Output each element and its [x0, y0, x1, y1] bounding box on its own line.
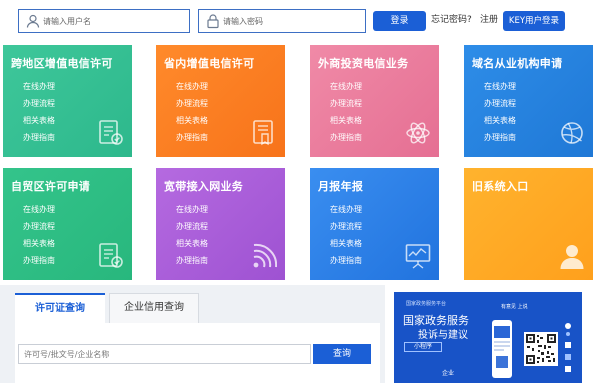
tile-link-online[interactable]: 在线办理: [484, 78, 516, 95]
tile-link-forms[interactable]: 相关表格: [484, 112, 516, 129]
tile-broadband-access[interactable]: 宽带接入网业务 在线办理 办理流程 相关表格 办理指南: [156, 168, 285, 280]
phone-illustration: [492, 320, 512, 378]
tile-link-guide[interactable]: 办理指南: [176, 129, 208, 146]
query-panel: 许可证查询 企业信用查询 查询: [0, 285, 385, 383]
tile-link-process[interactable]: 办理流程: [23, 95, 55, 112]
promo-banner[interactable]: 国家政务服务平台 国家政务服务 投诉与建议 小程序 有意见 上说 企业: [394, 292, 582, 383]
user-icon: [560, 245, 584, 269]
tile-links: 在线办理 办理流程 相关表格 办理指南: [23, 201, 55, 269]
tile-monthly-annual-report[interactable]: 月报年报 在线办理 办理流程 相关表格 办理指南: [310, 168, 439, 280]
tile-link-process[interactable]: 办理流程: [484, 95, 516, 112]
tile-free-trade-zone[interactable]: 自贸区许可申请 在线办理 办理流程 相关表格 办理指南: [3, 168, 132, 280]
tile-link-forms[interactable]: 相关表格: [23, 112, 55, 129]
login-button[interactable]: 登录: [373, 11, 426, 31]
tile-title: 月报年报: [318, 180, 364, 193]
username-field[interactable]: [18, 9, 190, 33]
tile-links: 在线办理 办理流程 相关表格 办理指南: [484, 78, 516, 146]
tile-links: 在线办理 办理流程 相关表格 办理指南: [330, 201, 362, 269]
tile-link-online[interactable]: 在线办理: [23, 201, 55, 218]
register-link[interactable]: 注册: [480, 13, 498, 27]
tile-link-forms[interactable]: 相关表格: [330, 112, 362, 129]
tile-links: 在线办理 办理流程 相关表格 办理指南: [330, 78, 362, 146]
tile-title: 旧系统入口: [472, 180, 529, 193]
tile-legacy-system[interactable]: 旧系统入口: [464, 168, 593, 280]
key-login-button[interactable]: KEY用户登录: [503, 11, 565, 31]
tile-link-online[interactable]: 在线办理: [23, 78, 55, 95]
side-decoration-icon: [565, 323, 571, 372]
tile-link-forms[interactable]: 相关表格: [176, 112, 208, 129]
globe-icon: [561, 122, 583, 144]
tile-domain-agency[interactable]: 域名从业机构申请 在线办理 办理流程 相关表格 办理指南: [464, 45, 593, 157]
promo-platform-label: 国家政务服务平台: [406, 301, 447, 307]
promo-mini-program-tag: 小程序: [404, 342, 442, 352]
lock-icon: [207, 14, 219, 29]
atom-icon: [406, 122, 430, 144]
tile-link-guide[interactable]: 办理指南: [484, 129, 516, 146]
tab-license-query[interactable]: 许可证查询: [15, 293, 105, 323]
tile-links: 在线办理 办理流程 相关表格 办理指南: [23, 78, 55, 146]
tab-credit-query[interactable]: 企业信用查询: [109, 293, 199, 323]
tile-title: 跨地区增值电信许可: [11, 57, 113, 70]
query-form: 查询: [15, 323, 380, 383]
tile-link-online[interactable]: 在线办理: [176, 78, 208, 95]
tile-title: 省内增值电信许可: [164, 57, 255, 70]
tile-link-guide[interactable]: 办理指南: [23, 252, 55, 269]
password-input[interactable]: [223, 12, 353, 30]
chart-board-icon: [405, 244, 431, 269]
tile-link-forms[interactable]: 相关表格: [176, 235, 208, 252]
tile-links: 在线办理 办理流程 相关表格 办理指南: [176, 78, 208, 146]
certificate-icon: [253, 120, 273, 146]
tile-link-guide[interactable]: 办理指南: [330, 129, 362, 146]
tile-link-online[interactable]: 在线办理: [330, 78, 362, 95]
promo-slogan: 有意见 上说: [501, 304, 528, 310]
tile-links: 在线办理 办理流程 相关表格 办理指南: [176, 201, 208, 269]
tile-link-online[interactable]: 在线办理: [330, 201, 362, 218]
promo-enterprise-label: 企业: [442, 370, 455, 377]
tile-link-process[interactable]: 办理流程: [176, 95, 208, 112]
tile-link-guide[interactable]: 办理指南: [176, 252, 208, 269]
tile-title: 宽带接入网业务: [164, 180, 244, 193]
search-button[interactable]: 查询: [313, 344, 371, 364]
tile-link-guide[interactable]: 办理指南: [330, 252, 362, 269]
tile-link-process[interactable]: 办理流程: [176, 218, 208, 235]
tile-link-forms[interactable]: 相关表格: [330, 235, 362, 252]
document-check-icon: [99, 120, 123, 145]
promo-title-line2: 投诉与建议: [418, 330, 468, 341]
license-search-input[interactable]: [18, 344, 311, 364]
tile-link-guide[interactable]: 办理指南: [23, 129, 55, 146]
tile-provincial-license[interactable]: 省内增值电信许可 在线办理 办理流程 相关表格 办理指南: [156, 45, 285, 157]
tile-link-process[interactable]: 办理流程: [330, 95, 362, 112]
tile-cross-region-license[interactable]: 跨地区增值电信许可 在线办理 办理流程 相关表格 办理指南: [3, 45, 132, 157]
user-icon: [26, 14, 40, 28]
login-bar: 登录 忘记密码? 注册 KEY用户登录: [0, 0, 600, 40]
tile-link-online[interactable]: 在线办理: [176, 201, 208, 218]
wifi-signal-icon: [253, 243, 277, 268]
tile-link-forms[interactable]: 相关表格: [23, 235, 55, 252]
tile-title: 域名从业机构申请: [472, 57, 563, 70]
qr-code-icon: [524, 332, 558, 366]
tile-link-process[interactable]: 办理流程: [23, 218, 55, 235]
document-check-icon: [99, 243, 123, 268]
password-field[interactable]: [198, 9, 366, 33]
tile-link-process[interactable]: 办理流程: [330, 218, 362, 235]
tile-title: 外商投资电信业务: [318, 57, 409, 70]
tile-foreign-investment[interactable]: 外商投资电信业务 在线办理 办理流程 相关表格 办理指南: [310, 45, 439, 157]
tile-title: 自贸区许可申请: [11, 180, 91, 193]
username-input[interactable]: [43, 12, 173, 30]
forgot-password-link[interactable]: 忘记密码?: [431, 13, 472, 27]
